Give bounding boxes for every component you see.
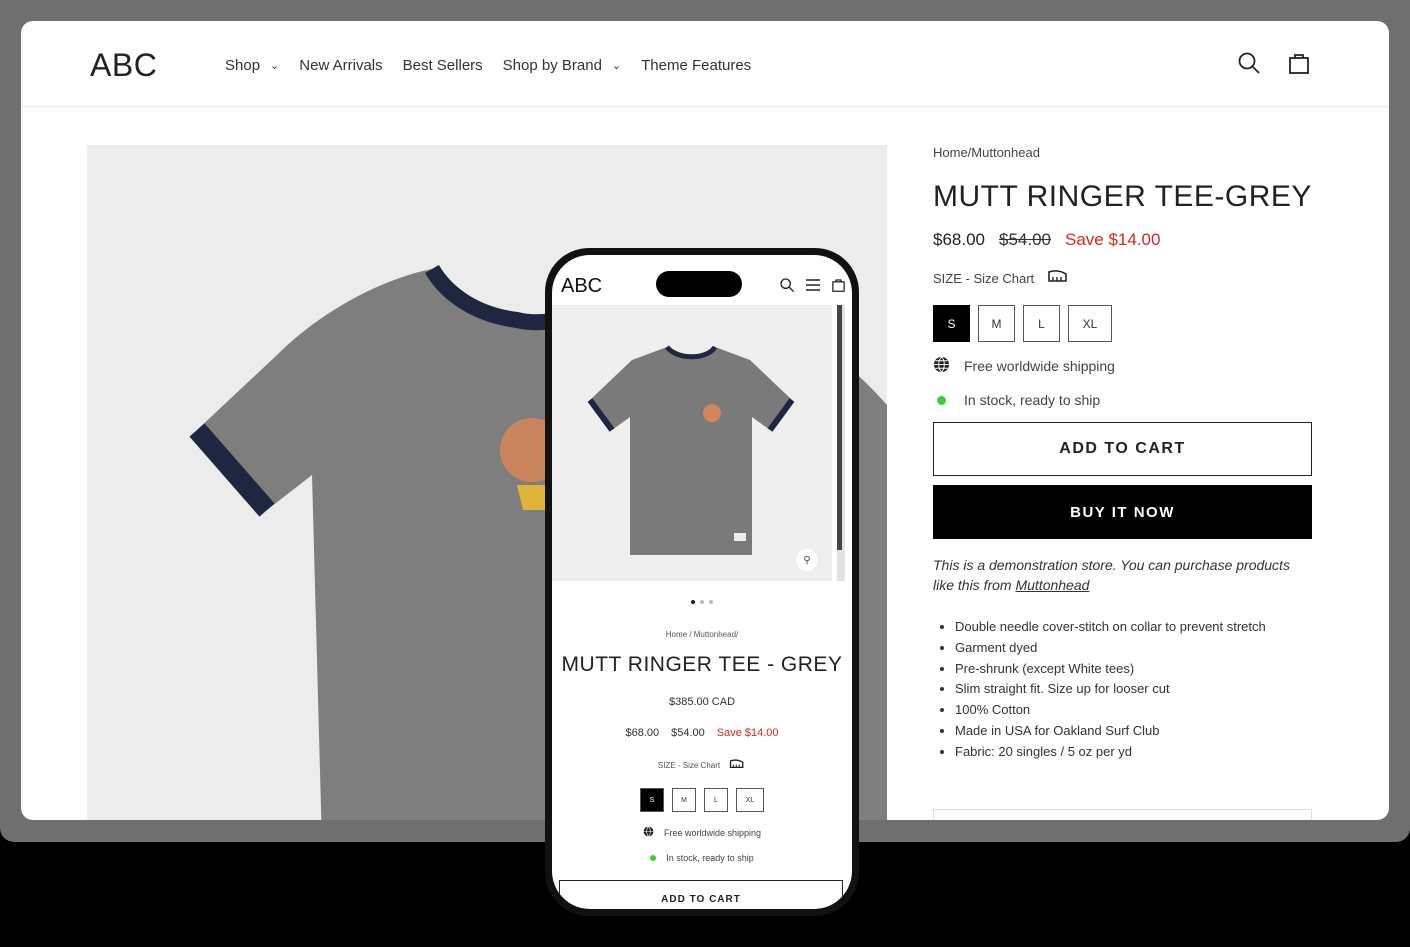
carousel-dot[interactable] (709, 600, 713, 604)
feature-item: Slim straight fit. Size up for looser cu… (955, 679, 1313, 700)
nav-new-arrivals[interactable]: New Arrivals (299, 57, 382, 74)
mobile-price-row: $68.00 $54.00 Save $14.00 (552, 727, 852, 739)
dynamic-island (656, 271, 742, 297)
mobile-product-image[interactable]: ⚲ (552, 305, 832, 581)
globe-icon (933, 356, 950, 376)
search-icon[interactable] (1237, 51, 1261, 75)
product-title: MUTT RINGER TEE-GREY (933, 180, 1312, 213)
product-details: Home/Muttonhead MUTT RINGER TEE-GREY $68… (933, 145, 1313, 763)
feature-item: Fabric: 20 singles / 5 oz per yd (955, 742, 1313, 763)
mobile-add-to-cart-button[interactable]: ADD TO CART (559, 880, 843, 909)
mobile-shipping-text: Free worldwide shipping (663, 827, 762, 838)
size-option-s[interactable]: S (640, 788, 664, 812)
in-stock-dot-icon (937, 395, 946, 405)
size-options: S M L XL (933, 305, 1313, 342)
size-option-m[interactable]: M (978, 305, 1015, 342)
nav-new-arrivals-label: New Arrivals (299, 57, 383, 74)
feature-item: Double needle cover-stitch on collar to … (955, 617, 1313, 638)
size-option-l[interactable]: L (704, 788, 728, 812)
ruler-icon (728, 758, 746, 773)
feature-item: Made in USA for Oakland Surf Club (955, 721, 1313, 742)
carousel-dots (552, 600, 852, 604)
next-image-peek[interactable] (837, 305, 845, 581)
nav-shop-label: Shop (225, 57, 261, 74)
size-option-xl[interactable]: XL (736, 788, 764, 812)
carousel-dot[interactable] (700, 600, 704, 604)
mobile-price: $68.00 (625, 727, 660, 739)
feature-list: Double needle cover-stitch on collar to … (933, 617, 1313, 763)
scrollbar[interactable] (837, 305, 842, 550)
price-row: $68.00 $54.00 Save $14.00 (933, 230, 1313, 250)
mobile-size-options: S M L XL (552, 788, 852, 812)
in-stock-dot-icon (650, 855, 657, 861)
size-option-m[interactable]: M (672, 788, 696, 812)
site-header: ABC Shop ⌄ New Arrivals Best Sellers Shop… (21, 21, 1389, 107)
nav-theme-features-label: Theme Features (641, 57, 752, 74)
chevron-down-icon: ⌄ (611, 60, 622, 72)
size-chart-row[interactable]: SIZE - Size Chart (933, 268, 1313, 289)
mobile-save-badge: Save $14.00 (716, 727, 779, 739)
price: $68.00 (933, 230, 985, 249)
nav-shop-by-brand[interactable]: Shop by Brand ⌄ (503, 57, 621, 74)
bag-icon[interactable] (1287, 51, 1311, 75)
buy-it-now-button[interactable]: BUY IT NOW (933, 485, 1312, 539)
menu-icon[interactable] (805, 278, 821, 297)
muttonhead-link[interactable]: Muttonhead (1015, 577, 1089, 593)
demo-text: This is a demonstration store. You can p… (933, 557, 1290, 593)
mobile-size-chart-row[interactable]: SIZE - Size Chart (552, 758, 852, 773)
stock-info: In stock, ready to ship (933, 392, 1313, 408)
mobile-screen: ABC ⚲ Home / Muttonhead/ MUTT RINGER TEE… (552, 255, 852, 909)
mobile-phone-frame: ABC ⚲ Home / Muttonhead/ MUTT RINGER TEE… (545, 248, 859, 916)
mobile-header-icons (779, 277, 846, 298)
main-nav: Shop ⌄ New Arrivals Best Sellers Shop by … (225, 57, 771, 74)
save-badge: Save $14.00 (1065, 230, 1161, 249)
ruler-icon (1046, 268, 1070, 289)
size-option-s[interactable]: S (933, 305, 970, 342)
mobile-product-title: MUTT RINGER TEE - GREY (561, 653, 843, 676)
mobile-shipping-info: Free worldwide shipping (552, 826, 852, 839)
bag-icon[interactable] (831, 277, 846, 298)
shipping-text: Free worldwide shipping (964, 358, 1115, 374)
tshirt-image (587, 345, 795, 555)
header-icons (1237, 51, 1311, 75)
mobile-compare-price: $54.00 (671, 727, 705, 739)
feature-item: Pre-shrunk (except White tees) (955, 659, 1313, 680)
stock-text: In stock, ready to ship (964, 392, 1101, 408)
compare-price: $54.00 (999, 230, 1051, 249)
nav-shop-by-brand-label: Shop by Brand (502, 57, 602, 74)
add-to-cart-button[interactable]: ADD TO CART (933, 422, 1312, 476)
globe-icon (643, 826, 654, 839)
mobile-stock-info: In stock, ready to ship (552, 853, 852, 863)
shipping-info: Free worldwide shipping (933, 356, 1313, 376)
carousel-dot[interactable] (691, 600, 695, 604)
nav-best-sellers-label: Best Sellers (402, 57, 483, 74)
mobile-size-label: SIZE - Size Chart (657, 761, 721, 770)
nav-shop[interactable]: Shop ⌄ (225, 57, 279, 74)
mobile-stock-text: In stock, ready to ship (666, 853, 754, 863)
nav-theme-features[interactable]: Theme Features (641, 57, 751, 74)
nav-best-sellers[interactable]: Best Sellers (403, 57, 483, 74)
collapsible-section[interactable] (933, 809, 1312, 820)
chevron-down-icon: ⌄ (270, 60, 280, 72)
mobile-logo[interactable]: ABC (561, 275, 602, 298)
size-label: SIZE - Size Chart (933, 271, 1035, 286)
size-option-xl[interactable]: XL (1068, 305, 1112, 342)
feature-item: 100% Cotton (955, 700, 1313, 721)
mobile-breadcrumb[interactable]: Home / Muttonhead/ (552, 630, 852, 639)
size-option-l[interactable]: L (1023, 305, 1060, 342)
store-logo[interactable]: ABC (90, 47, 157, 84)
search-icon[interactable] (779, 277, 795, 298)
mobile-cad-price: $385.00 CAD (668, 696, 736, 708)
zoom-icon[interactable]: ⚲ (796, 549, 818, 571)
demo-notice: This is a demonstration store. You can p… (933, 555, 1313, 595)
breadcrumb[interactable]: Home/Muttonhead (933, 145, 1313, 160)
feature-item: Garment dyed (955, 638, 1313, 659)
